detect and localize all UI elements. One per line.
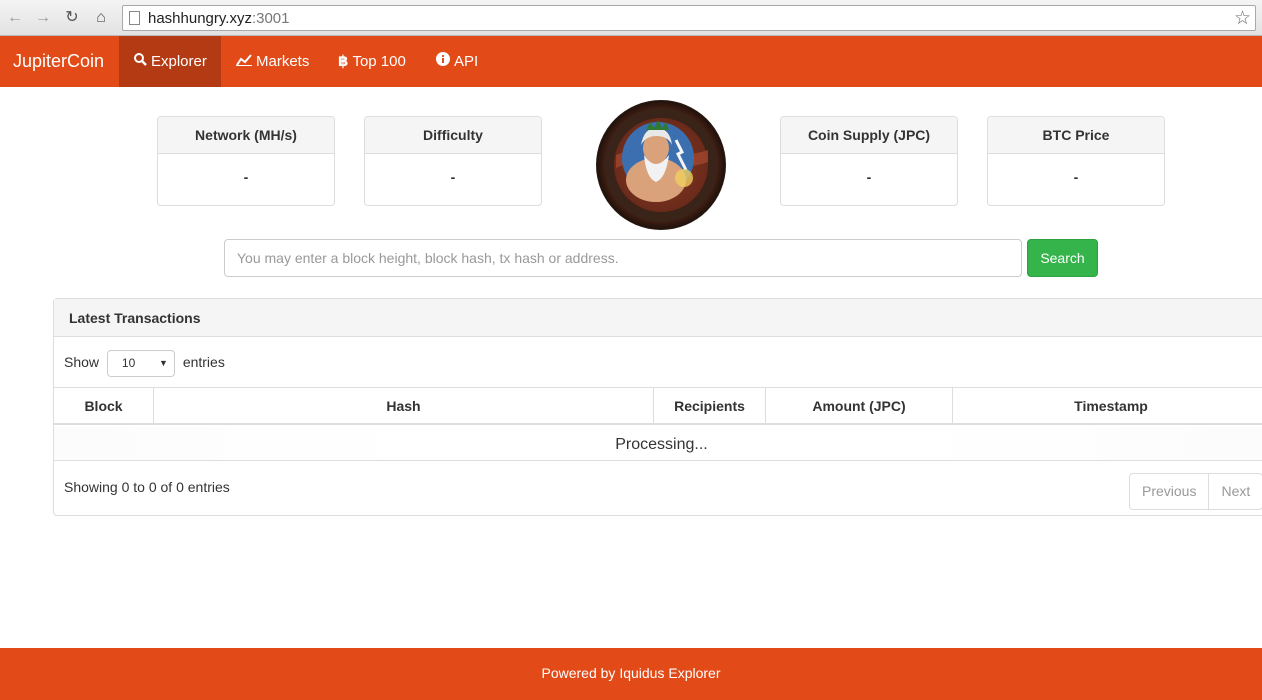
- site-footer: Powered by Iquidus Explorer: [0, 648, 1262, 700]
- brand-logo-text[interactable]: JupiterCoin: [13, 51, 104, 72]
- nav-api[interactable]: API: [421, 36, 493, 87]
- caret-down-icon: ▼: [159, 357, 168, 368]
- info-icon: [436, 36, 450, 87]
- difficulty-stat-label: Difficulty: [365, 117, 541, 154]
- difficulty-stat-panel: Difficulty -: [364, 116, 542, 206]
- btc-price-stat-value: -: [1073, 169, 1079, 185]
- network-stat-label: Network (MH/s): [158, 117, 334, 154]
- nav-top100-label: Top 100: [352, 53, 406, 70]
- column-header-timestamp[interactable]: Timestamp: [953, 388, 1262, 424]
- nav-api-label: API: [454, 53, 479, 70]
- entries-select-value: 10: [121, 355, 136, 370]
- column-header-hash[interactable]: Hash: [154, 388, 654, 424]
- url-text[interactable]: hashhungry.xyz:3001: [148, 10, 290, 27]
- column-header-amount[interactable]: Amount (JPC): [766, 388, 953, 424]
- browser-toolbar: ← → ↻ ⌂ hashhungry.xyz:3001 ☆: [0, 0, 1262, 36]
- bookmark-star-icon[interactable]: ☆: [1234, 7, 1251, 30]
- footer-text[interactable]: Powered by Iquidus Explorer: [542, 665, 721, 681]
- next-page-button[interactable]: Next: [1208, 474, 1262, 509]
- page-icon: [129, 11, 140, 25]
- back-arrow-icon[interactable]: ←: [4, 7, 26, 29]
- nav-markets[interactable]: Markets: [221, 36, 324, 87]
- column-header-block[interactable]: Block: [54, 388, 154, 424]
- address-bar[interactable]: hashhungry.xyz:3001 ☆: [122, 5, 1256, 31]
- chart-icon: [236, 36, 252, 87]
- entries-select[interactable]: 10 ▼: [106, 349, 175, 377]
- coin-supply-stat-panel: Coin Supply (JPC) -: [780, 116, 958, 206]
- network-stat-panel: Network (MH/s) -: [157, 116, 335, 206]
- search-button[interactable]: Search: [1027, 239, 1098, 277]
- home-icon[interactable]: ⌂: [90, 7, 112, 29]
- show-label: Show: [64, 354, 100, 370]
- reload-icon[interactable]: ↻: [61, 7, 83, 29]
- table-info: Showing 0 to 0 of 0 entries: [64, 479, 230, 495]
- forward-arrow-icon[interactable]: →: [32, 7, 54, 29]
- entries-label: entries: [182, 354, 225, 370]
- previous-page-button[interactable]: Previous: [1130, 474, 1208, 509]
- nav-explorer-label: Explorer: [151, 53, 207, 70]
- bitcoin-icon: ฿: [338, 53, 349, 70]
- column-header-recipients[interactable]: Recipients: [654, 388, 766, 424]
- table-header: Block Hash Recipients Amount (JPC) Times…: [54, 387, 1262, 425]
- site-navbar: JupiterCoin Explorer Markets ฿ Top 100 AP…: [0, 36, 1262, 87]
- processing-indicator: Processing...: [54, 427, 1262, 461]
- search-input[interactable]: [224, 239, 1022, 277]
- nav-markets-label: Markets: [256, 53, 310, 70]
- latest-transactions-panel: Latest Transactions Show 10 ▼ entries Blo…: [53, 298, 1262, 516]
- nav-top100[interactable]: ฿ Top 100: [323, 36, 421, 87]
- entries-length-control: Show 10 ▼ entries: [64, 349, 225, 377]
- difficulty-stat-value: -: [450, 169, 456, 185]
- btc-price-stat-label: BTC Price: [988, 117, 1164, 154]
- search-icon: [134, 36, 147, 87]
- panel-title: Latest Transactions: [54, 299, 1262, 337]
- jupitercoin-logo: [596, 100, 726, 230]
- nav-explorer[interactable]: Explorer: [119, 36, 221, 87]
- network-stat-value: -: [243, 169, 249, 185]
- btc-price-stat-panel: BTC Price -: [987, 116, 1165, 206]
- coin-supply-stat-label: Coin Supply (JPC): [781, 117, 957, 154]
- pagination: Previous Next: [1129, 473, 1262, 510]
- coin-supply-stat-value: -: [866, 169, 872, 185]
